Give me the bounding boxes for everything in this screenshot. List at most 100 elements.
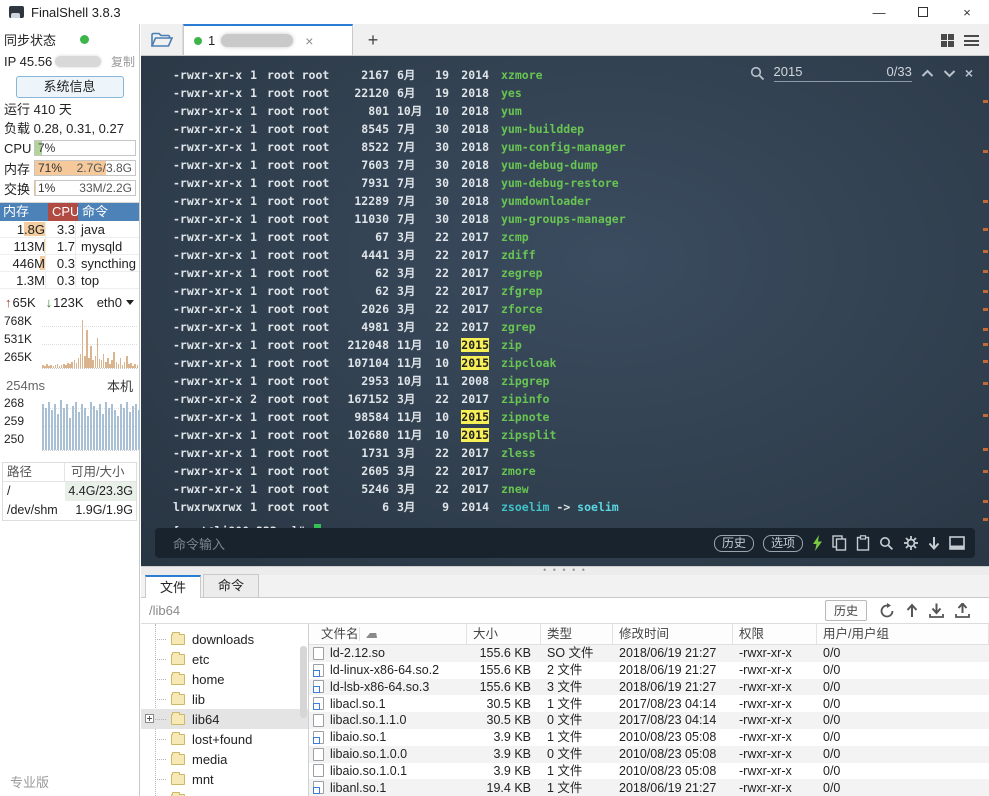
link-count: 1	[250, 428, 257, 442]
file-owner-cell: 0/0	[823, 763, 841, 778]
link-count: 1	[250, 212, 257, 226]
col-mtime[interactable]: 修改时间	[613, 624, 733, 644]
search-terminal-icon[interactable]	[879, 536, 894, 551]
link-count: 1	[250, 446, 257, 460]
col-size[interactable]: 大小	[467, 624, 541, 644]
search-prev-icon[interactable]	[921, 69, 934, 78]
tree-item-clipped	[141, 789, 308, 796]
file-mtime-cell: 2018/06/19 21:27	[619, 646, 717, 661]
file-perms: -rwxr-xr-x	[173, 356, 243, 370]
file-row[interactable]: libacl.so.1.1.0 30.5 KB 0 文件 2017/08/23 04:…	[309, 712, 989, 729]
file-day: 10	[435, 428, 449, 442]
file-row[interactable]: ld-linux-x86-64.so.2 155.6 KB 2 文件 2018/06/…	[309, 662, 989, 679]
session-tab[interactable]: 1 ×	[183, 24, 353, 55]
process-col-cpu[interactable]: CPU	[48, 203, 79, 221]
symlink-file-icon	[313, 697, 324, 711]
history-button[interactable]: 历史	[713, 534, 754, 552]
file-type-cell: 0 文件	[547, 746, 583, 761]
monitor-icon[interactable]	[949, 536, 965, 550]
open-connections-button[interactable]	[141, 24, 183, 55]
file-row[interactable]: ld-lsb-x86-64.so.3 155.6 KB 3 文件 2018/06/19…	[309, 678, 989, 696]
command-input[interactable]: 命令输入	[173, 534, 225, 553]
tree-item-lib[interactable]: lib	[141, 689, 308, 709]
tab-files[interactable]: 文件	[145, 575, 202, 598]
tab-commands[interactable]: 命令	[203, 574, 260, 597]
file-row[interactable]: libacl.so.1 30.5 KB 1 文件 2017/08/23 04:14 -r…	[309, 695, 989, 712]
refresh-icon[interactable]	[879, 602, 895, 619]
meter-label: CPU	[4, 140, 32, 156]
col-owner[interactable]: 用户/用户组	[817, 624, 989, 644]
edition-label: 专业版	[10, 775, 50, 790]
col-type[interactable]: 类型	[541, 624, 613, 644]
search-close-icon[interactable]: ×	[965, 65, 973, 81]
tree-item-lib64[interactable]: lib64	[141, 709, 308, 729]
symlink-file-icon	[313, 781, 324, 795]
file-size-cell: 3.9 KB	[493, 730, 531, 745]
tree-expander-icon[interactable]	[145, 714, 154, 723]
interface-selector[interactable]: eth0	[97, 295, 134, 310]
file-row[interactable]: ld-2.12.so 155.6 KB SO 文件 2018/06/19 21:27 -…	[309, 645, 989, 662]
file-mtime-cell: 2018/06/19 21:27	[619, 679, 717, 694]
process-col-memory[interactable]: 内存	[0, 203, 48, 221]
system-info-button[interactable]: 系统信息	[15, 76, 124, 98]
upload-file-icon[interactable]	[955, 603, 970, 618]
tree-item-etc[interactable]: etc	[141, 649, 308, 669]
col-filename[interactable]: 文件名	[309, 624, 467, 644]
download-arrow-icon: ↓	[45, 294, 53, 310]
file-owner: root root	[267, 428, 330, 442]
download-arrow-icon[interactable]	[928, 536, 940, 551]
file-name: znew	[501, 482, 529, 496]
file-size: 67	[375, 230, 389, 244]
file-size: 212048	[347, 338, 389, 352]
menu-icon[interactable]	[964, 35, 979, 46]
tree-item-lost+found[interactable]: lost+found	[141, 729, 308, 749]
file-size: 102680	[347, 428, 389, 442]
file-name-cell: libaio.so.1.0.0	[309, 746, 467, 763]
file-owner: root root	[267, 500, 330, 514]
link-count: 1	[250, 176, 257, 190]
search-input[interactable]: 2015	[774, 64, 879, 79]
tree-scrollbar[interactable]	[300, 646, 307, 718]
file-month: 7月	[397, 158, 416, 172]
download-file-icon[interactable]	[929, 603, 944, 618]
file-perm-cell: -rwxr-xr-x	[739, 696, 792, 711]
maximize-button[interactable]	[901, 0, 945, 24]
file-mtime-cell: 2018/06/19 21:27	[619, 662, 717, 677]
paste-icon[interactable]	[856, 535, 870, 551]
tree-item-media[interactable]: media	[141, 749, 308, 769]
file-month: 7月	[397, 122, 416, 136]
file-row[interactable]: libaio.so.1 3.9 KB 1 文件 2010/08/23 05:08 -rw…	[309, 729, 989, 746]
tree-item-label: lib	[192, 691, 206, 707]
file-owner: root root	[267, 194, 330, 208]
tree-item-home[interactable]: home	[141, 669, 308, 689]
gear-icon[interactable]	[903, 535, 919, 551]
panel-splitter[interactable]: • • • • •	[141, 566, 989, 575]
terminal[interactable]: -rwxr-xr-x 1 root root 2167 6月 19 2014 xzmore -r…	[141, 56, 989, 566]
tab-close-icon[interactable]: ×	[305, 33, 313, 49]
search-next-icon[interactable]	[943, 69, 956, 78]
file-type-cell: 0 文件	[547, 713, 583, 728]
col-perm[interactable]: 权限	[733, 624, 817, 644]
process-col-command[interactable]: 命令	[78, 203, 139, 221]
minimize-button[interactable]: —	[857, 0, 901, 24]
up-arrow-icon[interactable]	[906, 603, 918, 618]
tree-item-mnt[interactable]: mnt	[141, 769, 308, 789]
close-button[interactable]: ×	[945, 0, 989, 24]
file-row[interactable]: libaio.so.1.0.1 3.9 KB 1 文件 2010/08/23 05:0…	[309, 763, 989, 780]
options-button[interactable]: 选项	[762, 534, 803, 552]
copy-icon[interactable]	[832, 535, 847, 551]
meter-label: 内存	[4, 161, 31, 177]
file-day: 30	[435, 140, 449, 154]
new-tab-button[interactable]: +	[353, 25, 393, 55]
file-perms: -rwxr-xr-x	[173, 68, 243, 82]
file-row[interactable]: libanl.so.1 19.4 KB 1 文件 2018/06/19 21:27 -r…	[309, 779, 989, 796]
file-month: 10月	[397, 104, 423, 118]
file-row[interactable]: libaio.so.1.0.0 3.9 KB 0 文件 2010/08/23 05:0…	[309, 745, 989, 763]
path-input[interactable]: /lib64	[149, 603, 825, 618]
tree-item-downloads[interactable]: downloads	[141, 629, 308, 649]
copy-ip-button[interactable]: 复制	[111, 53, 135, 70]
path-history-button[interactable]: 历史	[824, 600, 867, 621]
lightning-icon[interactable]	[812, 535, 823, 551]
layout-grid-icon[interactable]	[941, 34, 954, 47]
file-size: 2605	[361, 464, 389, 478]
